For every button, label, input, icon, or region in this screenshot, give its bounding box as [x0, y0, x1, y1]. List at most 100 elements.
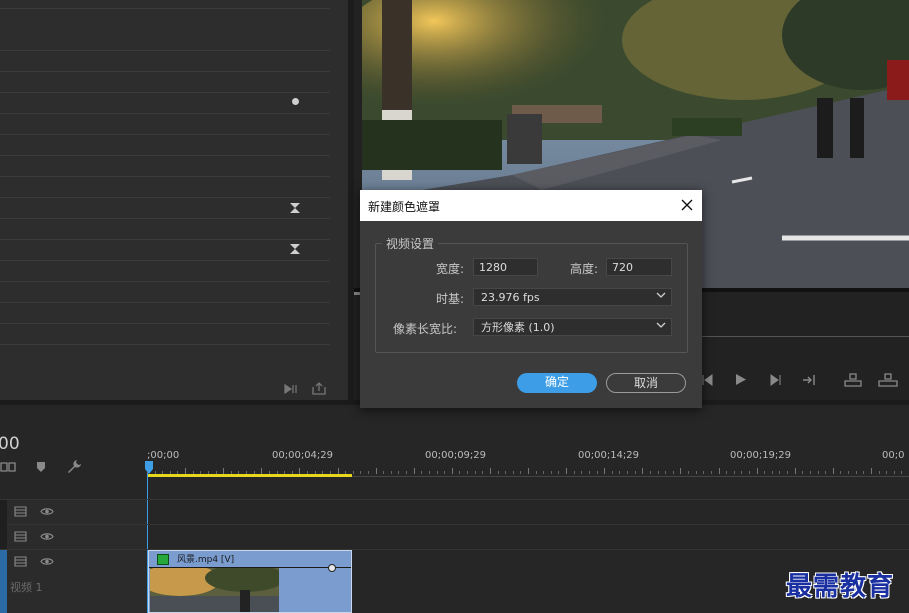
- ruler-tick: [657, 471, 659, 474]
- ruler-tick: [802, 471, 804, 474]
- ruler-tick: [832, 468, 834, 474]
- ruler-tick: [543, 471, 545, 474]
- timebase-select[interactable]: 23.976 fps: [473, 288, 672, 306]
- ruler-tick: [726, 471, 728, 474]
- ruler-tick: [825, 471, 827, 474]
- ruler-tick: [428, 471, 430, 474]
- source-patch-v1[interactable]: [0, 550, 7, 613]
- work-area-bar[interactable]: [147, 474, 352, 477]
- ruler-tick: [520, 471, 522, 474]
- extract-icon[interactable]: [878, 373, 898, 387]
- ruler-tick: [360, 471, 362, 474]
- ruler-tick: [794, 468, 796, 474]
- ruler-tick: [352, 471, 354, 474]
- close-icon: [681, 199, 693, 211]
- ruler-tick: [383, 471, 385, 474]
- width-label: 宽度:: [436, 262, 465, 276]
- ruler-label: 00;00;14;29: [578, 450, 640, 461]
- ok-button[interactable]: 确定: [517, 373, 597, 393]
- lift-icon[interactable]: [844, 373, 862, 387]
- chevron-down-icon: [656, 322, 666, 328]
- ruler-tick: [390, 471, 392, 474]
- ruler-tick: [779, 471, 781, 474]
- pixel-aspect-select[interactable]: 方形像素 (1.0): [473, 318, 672, 336]
- cancel-button[interactable]: 取消: [606, 373, 686, 393]
- ruler-tick: [703, 471, 705, 474]
- ruler-tick: [489, 468, 491, 474]
- ruler-label: 00;0: [882, 450, 905, 461]
- ruler-tick: [619, 471, 621, 474]
- snap-icon[interactable]: [0, 461, 16, 473]
- ruler-tick: [535, 471, 537, 474]
- timebase-value: 23.976 fps: [481, 291, 540, 304]
- opacity-line[interactable]: [149, 567, 351, 568]
- timeline-timecode[interactable]: 00: [0, 434, 20, 454]
- pixel-aspect-value: 方形像素 (1.0): [481, 321, 555, 334]
- ruler-tick: [848, 471, 850, 474]
- ruler-tick: [718, 468, 720, 474]
- ruler-tick: [375, 468, 377, 474]
- ruler-tick: [482, 471, 484, 474]
- go-to-out-icon[interactable]: [802, 374, 816, 386]
- hourglass-keyframe-icon[interactable]: [289, 243, 301, 255]
- ruler-tick: [855, 471, 857, 474]
- watermark-logo: 最需教育: [786, 572, 895, 602]
- step-back-icon[interactable]: [702, 374, 714, 386]
- ruler-tick: [566, 468, 568, 474]
- fx-badge-icon: [157, 554, 169, 565]
- ruler-tick: [512, 471, 514, 474]
- track-source-gutter: [0, 500, 7, 549]
- ruler-tick: [611, 471, 613, 474]
- ruler-tick: [459, 471, 461, 474]
- ruler-tick: [787, 471, 789, 474]
- ruler-tick: [649, 471, 651, 474]
- wrench-icon[interactable]: [67, 459, 82, 474]
- ruler-tick: [588, 471, 590, 474]
- step-forward-icon[interactable]: [769, 374, 781, 386]
- film-icon[interactable]: [14, 556, 27, 567]
- play-icon[interactable]: [734, 373, 747, 386]
- ruler-tick: [672, 471, 674, 474]
- clip-thumbnail: [150, 568, 279, 612]
- film-icon[interactable]: [14, 531, 27, 542]
- hourglass-keyframe-icon[interactable]: [289, 202, 301, 214]
- export-icon[interactable]: [312, 382, 326, 395]
- video-clip[interactable]: 风景.mp4 [V]: [148, 550, 352, 613]
- eye-icon[interactable]: [40, 532, 54, 541]
- ruler-tick: [528, 468, 529, 474]
- add-marker-icon[interactable]: [36, 461, 46, 473]
- ruler-tick: [809, 471, 811, 474]
- ruler-tick: [665, 471, 667, 474]
- eye-icon[interactable]: [40, 507, 54, 516]
- group-label: 视频设置: [382, 235, 439, 252]
- ruler-tick: [680, 468, 682, 474]
- ruler-tick: [878, 471, 880, 474]
- ruler-tick: [741, 471, 743, 474]
- ruler-tick: [581, 471, 583, 474]
- clip-label: 风景.mp4 [V]: [177, 555, 235, 565]
- keyframe-dot-icon[interactable]: [292, 98, 299, 105]
- ruler-tick: [634, 471, 636, 474]
- play-audio-icon[interactable]: [284, 383, 299, 395]
- ruler-tick: [893, 471, 895, 474]
- film-icon[interactable]: [14, 506, 27, 517]
- keyframe-dot-icon[interactable]: [328, 564, 336, 572]
- width-field[interactable]: 1280: [473, 258, 538, 276]
- ruler-tick: [413, 468, 415, 474]
- ruler-tick: [398, 471, 400, 474]
- eye-icon[interactable]: [40, 557, 54, 566]
- ruler-tick: [771, 471, 773, 474]
- height-label: 高度:: [570, 262, 599, 276]
- ruler-tick: [596, 471, 598, 474]
- ruler-tick: [886, 471, 888, 474]
- ruler-tick: [451, 468, 453, 474]
- height-field[interactable]: 720: [606, 258, 672, 276]
- ruler-tick: [436, 471, 438, 474]
- ruler-tick: [817, 471, 819, 474]
- pixel-aspect-label: 像素长宽比:: [393, 322, 458, 336]
- ruler-tick: [421, 471, 423, 474]
- close-button[interactable]: [676, 194, 698, 216]
- chevron-down-icon: [656, 292, 666, 298]
- ruler-tick: [444, 471, 446, 474]
- ruler-tick: [604, 468, 606, 474]
